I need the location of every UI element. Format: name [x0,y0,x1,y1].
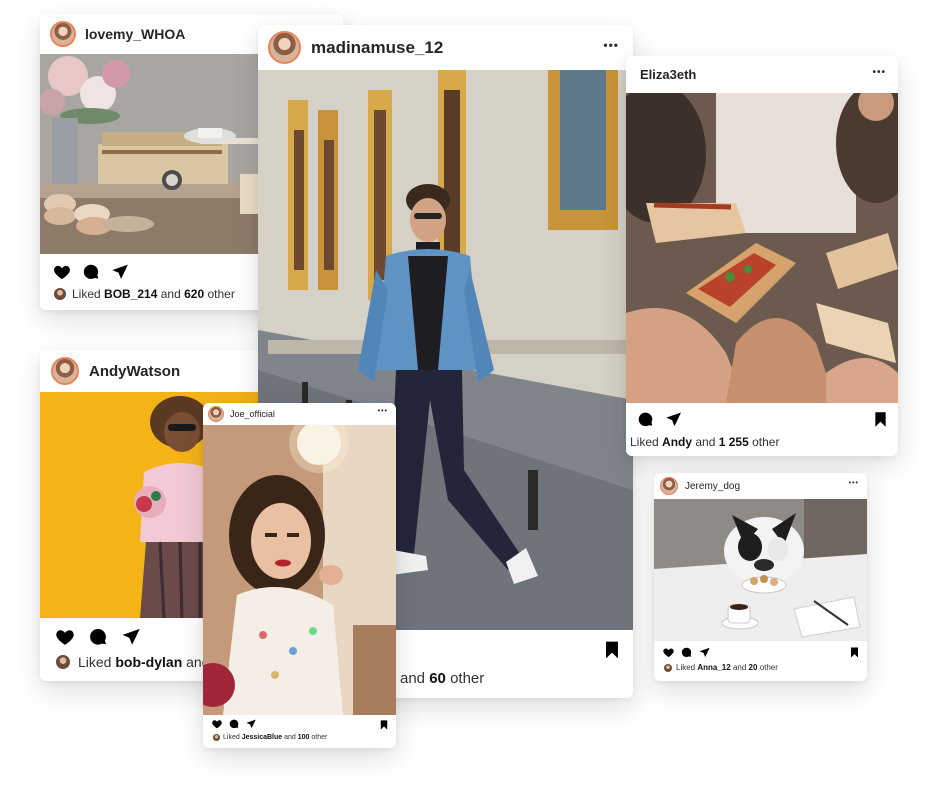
avatar[interactable] [51,357,79,385]
post-username[interactable]: lovemy_WHOA [85,26,185,42]
likes-and: and [695,435,716,449]
liked-by-user[interactable]: Anna_12 [697,663,730,672]
likes-count: 60 [429,670,446,687]
heart-icon[interactable] [662,646,675,659]
likes-count: 20 [748,663,758,672]
comment-icon[interactable] [228,718,240,730]
likes-suffix: other [450,670,485,687]
liked-by-user[interactable]: bob-dylan [115,654,182,670]
likes-prefix: Liked [630,435,659,449]
avatar[interactable] [268,31,301,64]
post-photo[interactable] [203,425,396,715]
likes-count: 100 [297,734,310,741]
likes-and: and [732,663,747,672]
post-username[interactable]: Eliza3eth [640,67,696,82]
likes-prefix: Liked [78,654,112,670]
likes-count: 620 [184,287,205,301]
share-icon[interactable] [698,646,711,659]
likes-suffix: other [752,435,780,449]
likes-suffix: other [311,734,328,741]
liker-avatar [56,655,70,669]
post-username[interactable]: Jeremy_dog [685,481,740,492]
share-icon[interactable] [120,626,142,648]
comment-icon[interactable] [87,626,109,648]
liker-avatar [664,663,672,672]
post-actions [52,262,130,282]
post-photo[interactable] [626,93,898,403]
avatar[interactable] [208,406,224,422]
heart-icon[interactable] [52,262,72,282]
makeup-woman-image [203,425,396,715]
bookmark-icon[interactable] [601,639,623,666]
more-icon[interactable]: ••• [603,38,619,52]
pizza-party-image [626,93,898,403]
likes-line: Liked bob-dylan and [56,654,210,670]
likes-line: Liked BOB_214 and 620 other [54,287,235,301]
bookmark-icon[interactable] [378,718,390,736]
more-icon[interactable]: ••• [378,408,388,415]
more-icon[interactable]: ••• [872,67,886,78]
share-icon[interactable] [245,718,257,730]
post-card-eliza: Eliza3eth ••• Liked Andy and 1 255 other [626,56,898,456]
liker-avatar [54,288,66,300]
post-username[interactable]: AndyWatson [89,363,180,380]
likes-count: 1 255 [718,435,749,449]
post-header: Joe_official [203,403,396,425]
likes-suffix: other [207,287,235,301]
more-icon[interactable]: ••• [849,480,859,487]
post-photo[interactable] [654,499,867,641]
likes-line: Liked JessicaBlue and 100 other [213,734,327,741]
avatar[interactable] [660,477,678,495]
post-actions [54,626,142,648]
likes-prefix: Liked [676,663,696,672]
share-icon[interactable] [110,262,130,282]
comment-icon[interactable] [81,262,101,282]
heart-icon[interactable] [211,718,223,730]
comment-icon[interactable] [680,646,693,659]
comment-icon[interactable] [636,410,655,429]
post-header: Eliza3eth [626,56,898,93]
post-actions [662,646,711,659]
liked-by-user[interactable]: BOB_214 [104,287,157,301]
likes-suffix: other [759,663,778,672]
post-header: madinamuse_12 [258,25,633,70]
share-icon[interactable] [664,410,683,429]
likes-and: and [284,734,296,741]
post-username[interactable]: madinamuse_12 [311,38,443,58]
liked-by-user[interactable]: Andy [662,435,692,449]
likes-line: Liked Andy and 1 255 other [630,435,779,449]
post-card-jeremy: Jeremy_dog ••• Liked Anna_12 and 20 othe… [654,473,867,681]
likes-and: and [160,287,181,301]
likes-line: and 60 other [400,670,484,687]
post-header: Jeremy_dog [654,473,867,499]
post-actions [211,718,257,730]
likes-line: Liked Anna_12 and 20 other [664,663,778,672]
heart-icon[interactable] [54,626,76,648]
avatar[interactable] [50,21,76,47]
likes-and: and [400,670,426,687]
likes-prefix: Liked [72,287,101,301]
bookmark-icon[interactable] [871,410,890,434]
likes-prefix: Liked [223,734,240,741]
bookmark-icon[interactable] [848,646,861,664]
liked-by-user[interactable]: JessicaBlue [242,734,282,741]
bulldog-image [654,499,867,641]
post-actions [636,410,683,429]
liker-avatar [213,734,220,741]
post-card-joe: Joe_official ••• Liked JessicaBlue and 1… [203,403,396,748]
post-username[interactable]: Joe_official [230,409,275,419]
